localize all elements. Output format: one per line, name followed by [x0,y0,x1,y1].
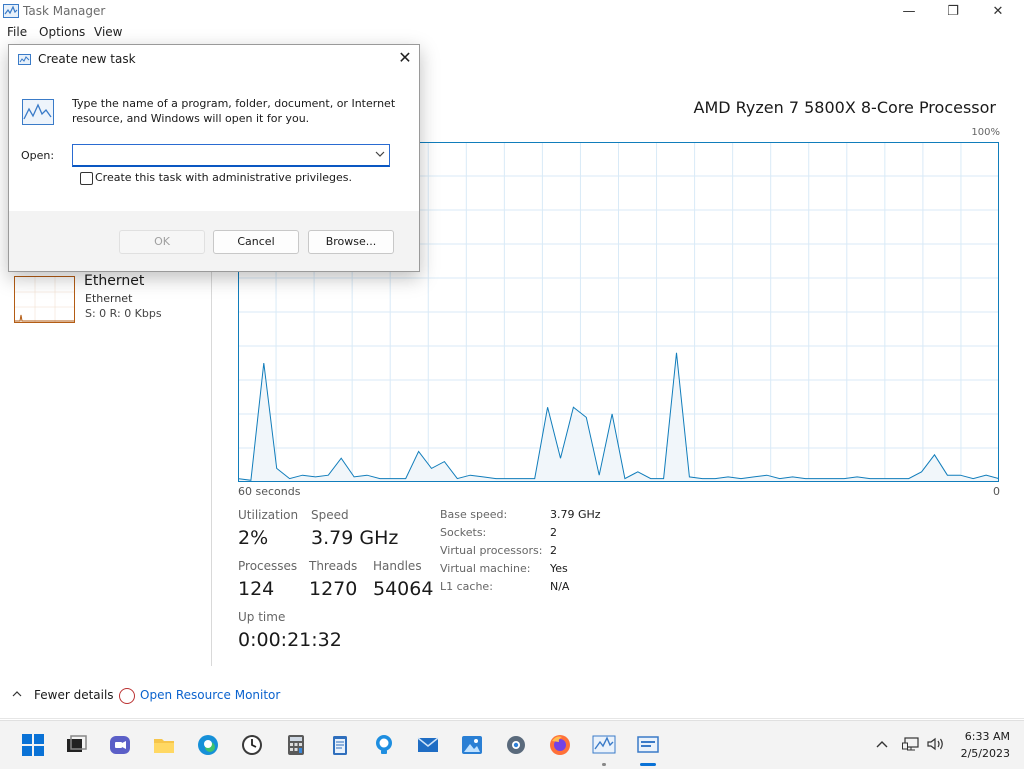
utilization-value: 2% [238,527,269,549]
notepad-icon[interactable] [328,733,352,757]
sidebar-item-ethernet-subtitle: Ethernet [85,292,133,305]
taskbar-time[interactable]: 6:33 AM [965,730,1010,743]
detail-label: Virtual machine: [440,562,531,575]
create-new-task-dialog: Create new task ✕ Type the name of a pro… [8,44,420,272]
close-window-button[interactable]: ✕ [975,0,1021,24]
taskbar-date[interactable]: 2/5/2023 [961,747,1010,760]
uptime-value: 0:00:21:32 [238,629,342,651]
menu-view[interactable]: View [94,25,122,39]
volume-icon[interactable] [927,737,945,751]
processes-label: Processes [238,559,298,573]
chevron-up-icon[interactable] [12,690,22,698]
admin-privileges-checkbox[interactable] [80,172,93,185]
handles-value: 54064 [373,578,434,600]
graph-max-label: 100% [971,127,1000,138]
detail-label: Virtual processors: [440,544,543,557]
calculator-icon[interactable] [284,733,308,757]
resource-monitor-icon [119,688,135,704]
cpu-name: AMD Ryzen 7 5800X 8-Core Processor [693,98,997,117]
menu-options[interactable]: Options [39,25,85,39]
ethernet-thumbnail-graph [14,276,75,323]
fewer-details-button[interactable]: Fewer details [34,688,114,702]
chat-icon[interactable] [108,733,132,757]
open-label: Open: [21,149,55,162]
graph-zero-label: 0 [993,485,1000,498]
utilization-label: Utilization [238,508,299,522]
task-manager-icon [3,4,19,18]
speed-label: Speed [311,508,349,522]
file-explorer-icon[interactable] [152,733,176,757]
chevron-up-icon[interactable] [876,740,888,749]
network-icon[interactable] [902,736,920,752]
footer-divider [0,718,1024,719]
maximize-button[interactable]: ❐ [930,0,976,24]
handles-label: Handles [373,559,422,573]
task-view-icon[interactable] [64,733,88,757]
running-indicator [602,763,606,766]
edge-browser-icon[interactable] [196,733,220,757]
active-indicator [640,763,656,766]
threads-label: Threads [309,559,358,573]
settings-icon[interactable] [504,733,528,757]
minimize-button[interactable]: — [886,0,932,24]
window-title: Task Manager [23,4,106,18]
menu-file[interactable]: File [7,25,27,39]
detail-label: L1 cache: [440,580,493,593]
detail-label: Base speed: [440,508,508,521]
dialog-description: Type the name of a program, folder, docu… [72,97,396,125]
open-resource-monitor-link[interactable]: Open Resource Monitor [140,688,280,702]
tips-icon[interactable] [372,733,396,757]
run-dialog-icon [18,54,31,65]
taskbar: 6:33 AM 2/5/2023 [0,720,1024,769]
browse-button[interactable]: Browse... [308,230,394,254]
speed-value: 3.79 GHz [311,527,399,549]
detail-value: 2 [550,544,557,557]
detail-label: Sockets: [440,526,487,539]
admin-privileges-label[interactable]: Create this task with administrative pri… [95,171,352,184]
title-bar: Task Manager — ❐ ✕ [0,0,1024,24]
firefox-icon[interactable] [548,733,572,757]
sidebar-item-ethernet-speed: S: 0 R: 0 Kbps [85,307,162,320]
threads-value: 1270 [309,578,358,600]
clock-app-icon[interactable] [240,733,264,757]
uptime-label: Up time [238,610,286,624]
mail-icon[interactable] [416,733,440,757]
run-dialog-taskbar-icon[interactable] [636,733,660,757]
photos-icon[interactable] [460,733,484,757]
task-manager-large-icon [22,99,54,125]
dialog-button-bar: OK Cancel Browse... [9,211,419,271]
open-combobox[interactable] [72,144,390,167]
task-manager-taskbar-icon[interactable] [592,733,616,757]
detail-value: 2 [550,526,557,539]
ok-button[interactable]: OK [119,230,205,254]
dialog-close-icon[interactable]: ✕ [395,48,415,68]
windows-start-icon[interactable] [21,733,45,757]
cancel-button[interactable]: Cancel [213,230,299,254]
processes-value: 124 [238,578,275,600]
dialog-title: Create new task [38,52,136,66]
detail-value: Yes [550,562,568,575]
graph-time-label: 60 seconds [238,485,301,498]
detail-value: 3.79 GHz [550,508,601,521]
chevron-down-icon[interactable] [375,151,385,158]
sidebar-item-ethernet-title[interactable]: Ethernet [84,273,144,289]
detail-value: N/A [550,580,570,593]
